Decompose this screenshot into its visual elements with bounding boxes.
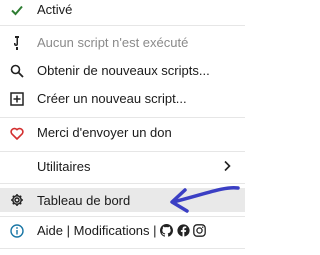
separator [0,151,245,152]
menu-item-help-links: Aide | Modifications | [0,220,245,242]
script-icon [10,36,24,50]
separator [0,248,245,249]
separator [0,25,245,26]
add-box-icon [10,92,24,106]
help-links: Aide | Modifications | [37,223,207,240]
menu-item-get-new-scripts[interactable]: Obtenir de nouveaux scripts... [0,60,245,82]
menu-item-utilities-label: Utilitaires [37,159,91,174]
separator [0,216,245,217]
separator [0,117,245,118]
chevron-right-icon [222,160,232,172]
link-separator: | [66,223,71,238]
tampermonkey-menu: Activé Aucun script n'est exécuté Obteni… [0,0,245,255]
menu-item-create-script[interactable]: Créer un nouveau script... [0,88,245,110]
link-separator: | [153,223,157,238]
menu-item-enabled-label: Activé [37,2,73,17]
search-icon [10,64,24,78]
check-icon [10,3,24,17]
facebook-icon[interactable] [177,223,190,240]
menu-item-dashboard-label: Tableau de bord [37,193,131,208]
menu-item-no-script-label: Aucun script n'est exécuté [37,35,189,50]
menu-item-donate-label: Merci d'envoyer un don [37,125,172,140]
annotation-arrow-icon [170,185,240,213]
heart-icon [10,126,24,140]
menu-item-create-script-label: Créer un nouveau script... [37,91,187,106]
menu-item-utilities[interactable]: Utilitaires [0,155,245,177]
instagram-icon[interactable] [193,223,207,240]
github-icon[interactable] [160,223,174,240]
changes-link[interactable]: Modifications [74,223,150,238]
info-icon [10,224,24,238]
menu-item-no-script: Aucun script n'est exécuté [0,32,245,54]
menu-item-get-new-scripts-label: Obtenir de nouveaux scripts... [37,63,210,78]
menu-item-enabled[interactable]: Activé [0,0,245,20]
gear-icon [10,193,24,207]
menu-item-donate[interactable]: Merci d'envoyer un don [0,122,245,144]
help-link[interactable]: Aide [37,223,63,238]
